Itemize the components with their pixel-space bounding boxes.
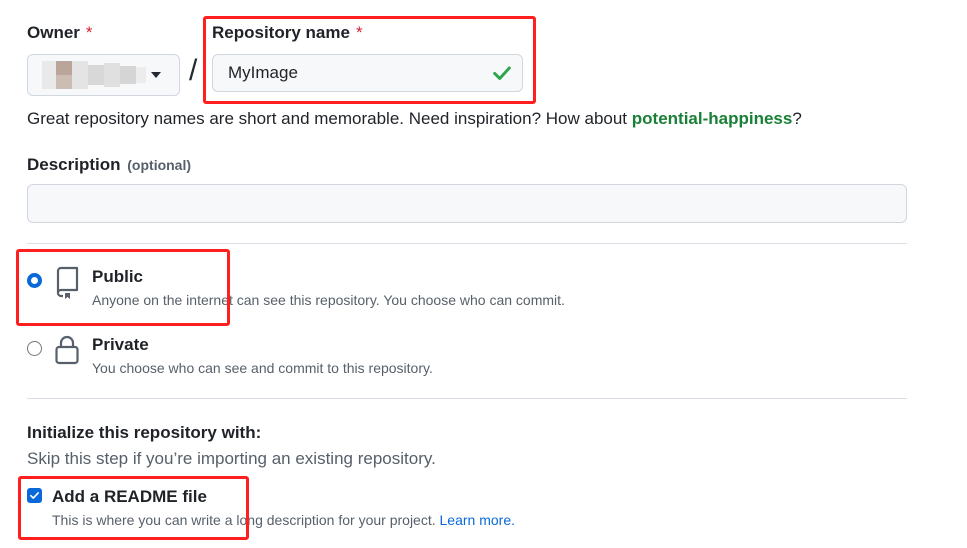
check-icon — [493, 66, 511, 80]
lock-icon — [55, 335, 79, 365]
learn-more-link[interactable]: Learn more. — [440, 512, 515, 528]
optional-marker: (optional) — [127, 157, 192, 173]
divider — [27, 243, 907, 244]
readme-description-text: This is where you can write a long descr… — [52, 512, 440, 528]
public-option-description: Anyone on the internet can see this repo… — [92, 292, 565, 308]
repository-name-input[interactable] — [212, 54, 523, 92]
private-radio[interactable] — [27, 341, 42, 356]
owner-label: Owner * — [27, 23, 93, 43]
repository-name-label-text: Repository name — [212, 23, 350, 42]
highlight-readme-option — [18, 476, 249, 540]
description-label-text: Description — [27, 155, 121, 174]
owner-label-text: Owner — [27, 23, 80, 42]
hint-text: Great repository names are short and mem… — [27, 109, 632, 128]
owner-select[interactable] — [27, 54, 180, 96]
divider — [27, 398, 907, 399]
initialize-subheading: Skip this step if you’re importing an ex… — [27, 449, 436, 468]
private-option-description: You choose who can see and commit to thi… — [92, 360, 433, 376]
owner-avatar — [42, 61, 146, 89]
description-label: Description (optional) — [27, 155, 191, 175]
repository-required-marker: * — [355, 23, 363, 42]
public-option-title: Public — [92, 267, 144, 286]
readme-label[interactable]: Add a README file — [52, 487, 207, 507]
public-radio[interactable] — [27, 273, 42, 288]
hint-suffix: ? — [792, 109, 802, 128]
repository-name-hint: Great repository names are short and mem… — [27, 109, 802, 129]
name-suggestion-link[interactable]: potential-happiness — [632, 109, 793, 128]
private-option-title: Private — [92, 335, 149, 354]
chevron-down-icon — [151, 72, 161, 78]
owner-required-marker: * — [85, 23, 93, 42]
repo-icon — [56, 266, 79, 299]
repository-name-label: Repository name * — [212, 23, 363, 43]
highlight-public-option — [16, 249, 230, 326]
readme-checkbox[interactable] — [27, 488, 42, 503]
initialize-heading: Initialize this repository with: — [27, 423, 262, 442]
readme-description: This is where you can write a long descr… — [52, 512, 515, 528]
owner-repo-separator: / — [189, 54, 198, 87]
description-input[interactable] — [27, 184, 907, 223]
